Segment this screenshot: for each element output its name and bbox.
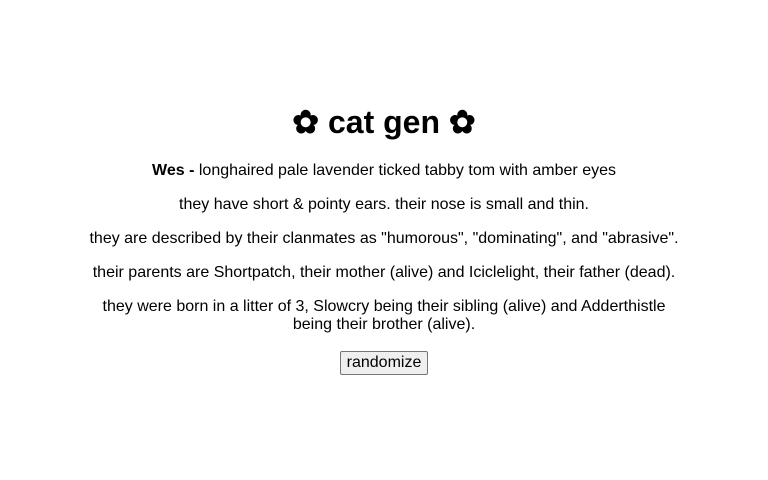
randomize-button[interactable]: randomize bbox=[339, 351, 429, 375]
cat-summary-line: Wes - longhaired pale lavender ticked ta… bbox=[84, 162, 684, 180]
cat-parents: their parents are Shortpatch, their moth… bbox=[92, 264, 676, 281]
cat-description: longhaired pale lavender ticked tabby to… bbox=[198, 162, 616, 179]
page-title: ✿ cat gen ✿ bbox=[292, 104, 476, 140]
cat-litter: they were born in a litter of 3, Slowcry… bbox=[102, 298, 666, 333]
cat-appearance: they have short & pointy ears. their nos… bbox=[179, 196, 589, 213]
cat-description-panel: Wes - longhaired pale lavender ticked ta… bbox=[84, 162, 684, 350]
button-row: randomize bbox=[0, 351, 768, 375]
cat-personality: they are described by their clanmates as… bbox=[89, 230, 679, 247]
page: ✿ cat gen ✿ Wes - longhaired pale lavend… bbox=[0, 0, 768, 480]
cat-name: Wes - bbox=[152, 162, 195, 179]
